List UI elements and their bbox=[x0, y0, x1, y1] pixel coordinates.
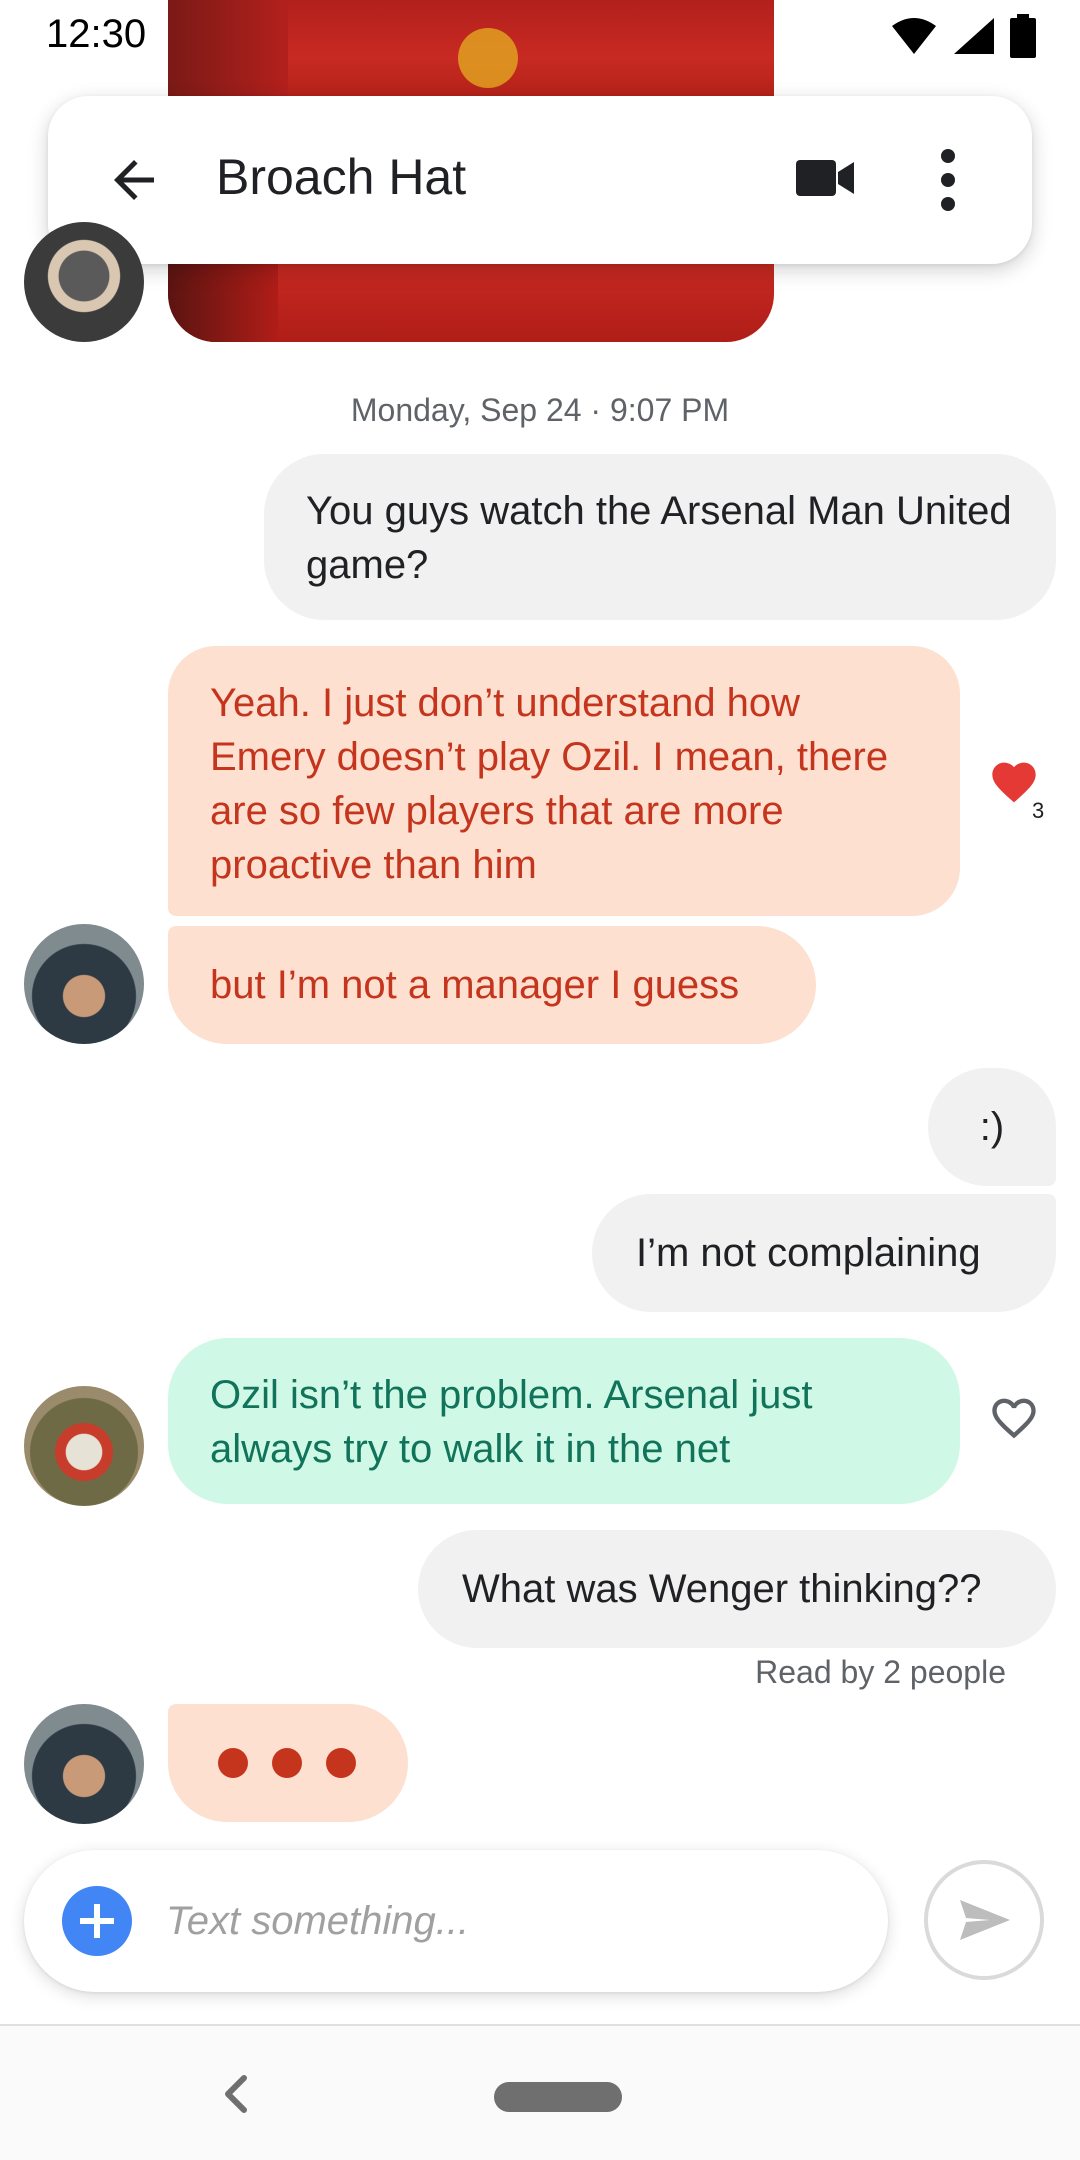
send-button[interactable] bbox=[924, 1860, 1044, 1980]
video-camera-icon bbox=[796, 160, 854, 196]
typing-indicator bbox=[168, 1704, 408, 1822]
message-composer bbox=[24, 1850, 888, 1992]
avatar[interactable] bbox=[24, 1704, 144, 1824]
back-button[interactable] bbox=[104, 150, 164, 210]
avatar[interactable] bbox=[24, 1386, 144, 1506]
shared-photo-bottom[interactable] bbox=[168, 262, 774, 342]
message-bubble-incoming[interactable]: but I’m not a manager I guess bbox=[168, 926, 816, 1044]
message-input[interactable] bbox=[166, 1890, 846, 1952]
more-vert-icon bbox=[941, 149, 955, 211]
nav-back-icon bbox=[225, 2075, 247, 2113]
conversation-header: Broach Hat bbox=[48, 96, 1032, 264]
plus-icon bbox=[80, 1904, 114, 1938]
read-receipt: Read by 2 people bbox=[755, 1654, 1006, 1690]
avatar[interactable] bbox=[24, 222, 144, 342]
status-icons bbox=[890, 14, 1036, 58]
message-bubble-incoming[interactable]: Ozil isn’t the problem. Arsenal just alw… bbox=[168, 1338, 960, 1504]
thread-timestamp: Monday, Sep 24 · 9:07 PM bbox=[350, 392, 730, 428]
message-bubble-outgoing[interactable]: You guys watch the Arsenal Man United ga… bbox=[264, 454, 1056, 620]
wifi-icon bbox=[892, 18, 936, 54]
message-bubble-outgoing[interactable]: What was Wenger thinking?? bbox=[418, 1530, 1056, 1648]
typing-dot bbox=[326, 1748, 356, 1778]
more-options-button[interactable] bbox=[918, 146, 978, 214]
arrow-back-icon bbox=[114, 160, 154, 200]
battery-icon bbox=[1010, 14, 1036, 58]
cell-signal-icon bbox=[954, 18, 994, 54]
system-nav-bar bbox=[0, 2024, 1080, 2160]
nav-home-button[interactable] bbox=[494, 2082, 622, 2112]
message-bubble-outgoing[interactable]: I’m not complaining bbox=[592, 1194, 1056, 1312]
nav-back-button[interactable] bbox=[218, 2074, 254, 2114]
status-time: 12:30 bbox=[46, 12, 147, 56]
avatar[interactable] bbox=[24, 924, 144, 1044]
message-bubble-outgoing[interactable]: :) bbox=[928, 1068, 1056, 1186]
reaction-count: 3 bbox=[1032, 798, 1045, 823]
message-bubble-incoming[interactable]: Yeah. I just don’t understand how Emery … bbox=[168, 646, 960, 916]
send-icon bbox=[960, 1900, 1010, 1940]
typing-dot bbox=[218, 1748, 248, 1778]
add-attachment-button[interactable] bbox=[62, 1886, 132, 1956]
heart-outline-icon[interactable] bbox=[988, 1392, 1040, 1440]
typing-dot bbox=[272, 1748, 302, 1778]
shared-photo-top[interactable] bbox=[168, 0, 774, 96]
heart-filled-icon[interactable] bbox=[988, 756, 1040, 804]
conversation-title: Broach Hat bbox=[216, 149, 467, 205]
video-call-button[interactable] bbox=[794, 154, 858, 202]
